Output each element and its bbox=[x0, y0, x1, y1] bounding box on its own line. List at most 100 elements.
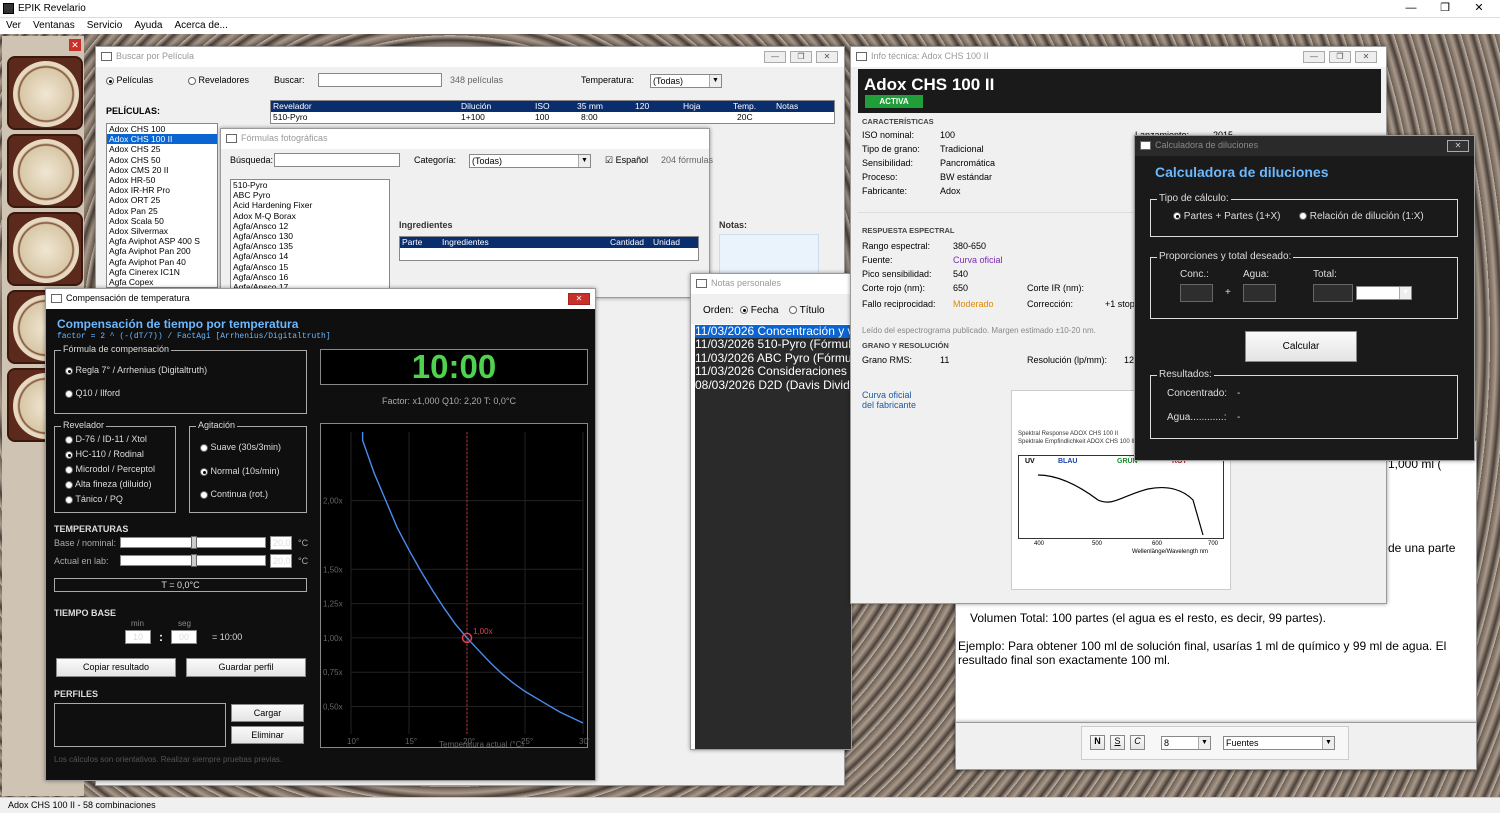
col-hoja[interactable]: Hoja bbox=[683, 101, 700, 111]
list-item[interactable]: Adox IR-HR Pro bbox=[107, 185, 217, 195]
busqueda-input[interactable] bbox=[274, 153, 400, 167]
list-item[interactable]: Agfa/Ansco 135 bbox=[231, 241, 389, 251]
relacion-radio[interactable]: Relación de dilución (1:X) bbox=[1299, 211, 1424, 222]
list-item[interactable]: Agfa/Ansco 130 bbox=[231, 231, 389, 241]
maximize-button[interactable]: ❐ bbox=[1329, 51, 1351, 63]
list-item[interactable]: Agfa/Ansco 15 bbox=[231, 262, 389, 272]
slider-thumb[interactable] bbox=[191, 554, 197, 567]
sidebar-item-formulas[interactable] bbox=[7, 134, 83, 208]
base-slider[interactable] bbox=[120, 536, 266, 549]
rev-radio[interactable]: Microdol / Perceptol bbox=[65, 464, 155, 474]
list-item[interactable]: Agfa Aviphot Pan 40 bbox=[107, 257, 217, 267]
list-item-selected[interactable]: Adox CHS 100 II bbox=[107, 134, 217, 145]
orden-fecha-radio[interactable]: Fecha bbox=[740, 305, 779, 316]
partes-radio[interactable]: Partes + Partes (1+X) bbox=[1173, 211, 1281, 222]
minimize-button[interactable]: — bbox=[1394, 0, 1428, 18]
agit-radio[interactable]: Suave (30s/3min) bbox=[200, 442, 281, 452]
fuente-link[interactable]: Curva oficial bbox=[953, 255, 1003, 265]
categoria-select[interactable]: (Todas) ▼ bbox=[469, 154, 591, 168]
list-item[interactable]: Agfa/Ansco 14 bbox=[231, 251, 389, 261]
close-button[interactable]: ✕ bbox=[1355, 51, 1377, 63]
ingredientes-table[interactable]: Parte Ingredientes Cantidad Unidad bbox=[399, 236, 699, 261]
actual-value[interactable]: 20,0 bbox=[270, 554, 292, 568]
close-button[interactable]: ✕ bbox=[568, 293, 590, 305]
list-item[interactable]: Adox HR-50 bbox=[107, 175, 217, 185]
list-item[interactable]: Adox Pan 25 bbox=[107, 206, 217, 216]
radio-reveladores[interactable]: Reveladores bbox=[188, 75, 249, 85]
list-item[interactable]: Agfa Copex bbox=[107, 277, 217, 287]
col-parte[interactable]: Parte bbox=[402, 237, 422, 247]
agit-radio[interactable]: Normal (10s/min) bbox=[200, 466, 280, 476]
radio-peliculas[interactable]: Películas bbox=[106, 75, 153, 85]
list-item[interactable]: Adox ORT 25 bbox=[107, 195, 217, 205]
actual-slider[interactable] bbox=[120, 554, 266, 567]
list-item[interactable]: 11/03/2026 ABC Pyro (Fórmu bbox=[695, 351, 851, 365]
seg-input[interactable]: 00 bbox=[171, 630, 197, 644]
list-item[interactable]: Agfa Aviphot ASP 400 S bbox=[107, 236, 217, 246]
q10-radio[interactable]: Q10 / Ilford bbox=[65, 388, 120, 398]
list-item[interactable]: 510-Pyro bbox=[231, 180, 389, 190]
espanol-checkbox[interactable]: ☑ Español bbox=[605, 155, 648, 166]
agit-radio[interactable]: Continua (rot.) bbox=[200, 489, 268, 499]
menu-servicio[interactable]: Servicio bbox=[81, 18, 129, 31]
notas-list[interactable]: 11/03/2026 Concentración y v 11/03/2026 … bbox=[695, 325, 851, 749]
font-size-select[interactable]: 8 ▼ bbox=[1161, 736, 1211, 750]
total-input[interactable] bbox=[1313, 284, 1353, 302]
buscar-input[interactable] bbox=[318, 73, 442, 87]
eliminar-button[interactable]: Eliminar bbox=[231, 726, 304, 744]
font-select[interactable]: Fuentes ▼ bbox=[1223, 736, 1335, 750]
combinations-table[interactable]: Revelador Dilución ISO 35 mm 120 Hoja Temp. Not… bbox=[270, 100, 835, 124]
slider-thumb[interactable] bbox=[191, 536, 197, 549]
col-dilucion[interactable]: Dilución bbox=[461, 101, 491, 111]
close-button[interactable]: ✕ bbox=[816, 51, 838, 63]
bold-button[interactable]: N bbox=[1090, 735, 1105, 750]
list-item[interactable]: Adox CHS 100 bbox=[107, 124, 217, 134]
menu-ayuda[interactable]: Ayuda bbox=[128, 18, 168, 31]
list-item[interactable]: 11/03/2026 510-Pyro (Fórmul bbox=[695, 337, 851, 351]
col-cantidad[interactable]: Cantidad bbox=[610, 237, 644, 247]
sidebar-item-peliculas[interactable] bbox=[7, 56, 83, 130]
copiar-button[interactable]: Copiar resultado bbox=[56, 658, 176, 677]
list-item[interactable]: Acid Hardening Fixer bbox=[231, 200, 389, 210]
list-item[interactable]: Agfa/Ansco 12 bbox=[231, 221, 389, 231]
films-list[interactable]: Adox CHS 100 Adox CHS 100 II Adox CHS 25… bbox=[106, 123, 218, 288]
table-row[interactable]: 510-Pyro 1+100 100 8:00 20C bbox=[271, 112, 834, 123]
list-item[interactable]: Adox CHS 50 bbox=[107, 155, 217, 165]
col-unidad[interactable]: Unidad bbox=[653, 237, 680, 247]
calcular-button[interactable]: Calcular bbox=[1245, 331, 1357, 362]
min-input[interactable]: 10 bbox=[125, 630, 151, 644]
list-item[interactable]: Adox CHS 25 bbox=[107, 144, 217, 154]
list-item[interactable]: Agfa Aviphot Pan 200 bbox=[107, 246, 217, 256]
rev-radio[interactable]: Tánico / PQ bbox=[65, 494, 123, 504]
perfiles-list[interactable] bbox=[54, 703, 226, 747]
col-120[interactable]: 120 bbox=[635, 101, 649, 111]
sidebar-close-icon[interactable]: ✕ bbox=[69, 39, 81, 51]
underline-button[interactable]: S bbox=[1110, 735, 1125, 750]
rev-radio[interactable]: HC-110 / Rodinal bbox=[65, 449, 144, 459]
agua-input[interactable] bbox=[1243, 284, 1276, 302]
rev-radio[interactable]: Alta fineza (diluido) bbox=[65, 479, 152, 489]
list-item[interactable]: 11/03/2026 Consideraciones bbox=[695, 364, 851, 378]
col-iso[interactable]: ISO bbox=[535, 101, 550, 111]
italic-button[interactable]: C bbox=[1130, 735, 1145, 750]
list-item[interactable]: ABC Pyro bbox=[231, 190, 389, 200]
unit-select[interactable]: ml ▼ bbox=[1356, 286, 1412, 300]
temperatura-select[interactable]: (Todas) ▼ bbox=[650, 74, 722, 88]
col-ingredientes[interactable]: Ingredientes bbox=[442, 237, 489, 247]
maximize-button[interactable]: ❐ bbox=[1428, 0, 1462, 18]
conc-input[interactable] bbox=[1180, 284, 1213, 302]
list-item[interactable]: 08/03/2026 D2D (Davis Divid bbox=[695, 378, 851, 392]
col-35mm[interactable]: 35 mm bbox=[577, 101, 603, 111]
list-item[interactable]: Adox Scala 50 bbox=[107, 216, 217, 226]
col-revelador[interactable]: Revelador bbox=[273, 101, 312, 111]
list-item[interactable]: Adox CMS 20 II bbox=[107, 165, 217, 175]
minimize-button[interactable]: — bbox=[764, 51, 786, 63]
curva-link[interactable]: Curva oficial del fabricante bbox=[862, 390, 916, 410]
cargar-button[interactable]: Cargar bbox=[231, 704, 304, 722]
list-item[interactable]: Adox M-Q Borax bbox=[231, 211, 389, 221]
list-item[interactable]: Agfa Cinerex IC1N bbox=[107, 267, 217, 277]
close-button[interactable]: ✕ bbox=[1447, 140, 1469, 152]
menu-acerca[interactable]: Acerca de... bbox=[169, 18, 234, 31]
list-item[interactable]: Adox Silvermax bbox=[107, 226, 217, 236]
orden-titulo-radio[interactable]: Título bbox=[789, 305, 825, 316]
